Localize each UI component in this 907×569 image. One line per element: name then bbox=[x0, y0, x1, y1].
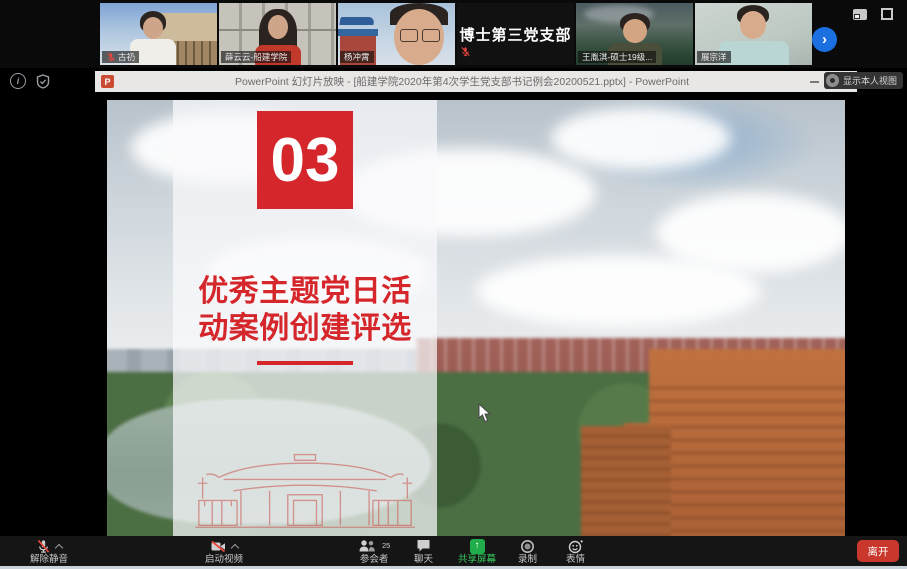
self-view-label: 显示本人视图 bbox=[843, 74, 897, 87]
gallery-view-icon[interactable] bbox=[853, 9, 867, 20]
participant-name: 展宗洋 bbox=[701, 52, 727, 62]
section-number: 03 bbox=[257, 111, 353, 209]
unmute-label: 解除静音 bbox=[30, 554, 68, 566]
meeting-info-icon[interactable]: i bbox=[10, 73, 26, 89]
fullscreen-icon[interactable] bbox=[881, 8, 893, 20]
chat-icon bbox=[416, 539, 431, 553]
mouse-cursor bbox=[478, 403, 492, 423]
camera-off-icon bbox=[210, 539, 227, 553]
video-tile-3[interactable]: 杨冲霄 bbox=[338, 3, 455, 65]
share-screen-button[interactable]: ↑ 共享屏幕 bbox=[458, 538, 496, 566]
video-options-chevron[interactable] bbox=[231, 543, 239, 551]
mic-muted-icon bbox=[36, 539, 51, 554]
participant-name: 薛云云-船建学院 bbox=[225, 52, 287, 62]
participant-name-tag: 王胤淇-硕士19级... bbox=[578, 51, 656, 63]
record-button[interactable]: 录制 bbox=[518, 538, 537, 566]
record-label: 录制 bbox=[518, 554, 537, 566]
share-screen-label: 共享屏幕 bbox=[458, 554, 496, 566]
participant-name: 王胤淇-硕士19级... bbox=[582, 52, 652, 62]
participant-name-tag: 展宗洋 bbox=[697, 51, 731, 63]
chat-label: 聊天 bbox=[414, 554, 433, 566]
slide-title: 优秀主题党日活 动案例创建评选 bbox=[173, 273, 437, 347]
leave-meeting-button[interactable]: 离开 bbox=[857, 540, 899, 562]
participant-name-tag: 杨冲霄 bbox=[340, 51, 374, 63]
muted-mic-icon bbox=[106, 52, 116, 62]
powerpoint-icon: P bbox=[101, 75, 114, 88]
mic-options-chevron[interactable] bbox=[55, 543, 63, 551]
eye-icon bbox=[826, 74, 839, 87]
unmute-button[interactable]: 解除静音 bbox=[30, 538, 68, 566]
glasses-icon bbox=[400, 29, 418, 42]
muted-mic-icon bbox=[460, 44, 471, 62]
participant-name: 杨冲霄 bbox=[344, 52, 370, 62]
participant-name-tag: 古礽 bbox=[102, 51, 139, 63]
next-participants-button[interactable]: › bbox=[812, 27, 837, 52]
minimize-icon bbox=[810, 81, 819, 83]
ppt-window-title: PowerPoint 幻灯片放映 - [船建学院2020年第4次学生党支部书记例… bbox=[114, 74, 810, 89]
participants-label: 参会者 bbox=[360, 554, 389, 566]
title-underline bbox=[257, 361, 353, 365]
gate-line-art bbox=[195, 444, 415, 534]
chat-button[interactable]: 聊天 bbox=[414, 538, 433, 566]
meeting-toolbar: 解除静音 启动视频 25 参会者 聊天 ↑ 共享屏幕 bbox=[0, 536, 907, 566]
participant-name: 古礽 bbox=[118, 52, 135, 62]
ppt-titlebar: P PowerPoint 幻灯片放映 - [船建学院2020年第4次学生党支部书… bbox=[95, 71, 857, 92]
participants-count-badge: 25 bbox=[382, 540, 390, 552]
meeting-window: 古礽 薛云云-船建学院 杨冲霄 博士第三党支部 bbox=[0, 0, 907, 569]
video-tile-6[interactable]: 展宗洋 bbox=[695, 3, 812, 65]
video-tile-2[interactable]: 薛云云-船建学院 bbox=[219, 3, 336, 65]
participant-name-tag: 薛云云-船建学院 bbox=[221, 51, 291, 63]
participants-button[interactable]: 25 参会者 bbox=[358, 538, 390, 566]
participant-strip: 古礽 薛云云-船建学院 杨冲霄 博士第三党支部 bbox=[0, 0, 907, 68]
video-tile-1[interactable]: 古礽 bbox=[100, 3, 217, 65]
video-tile-4-audio-only[interactable]: 博士第三党支部 bbox=[457, 3, 574, 65]
slide-left-panel: 03 优秀主题党日活 动案例创建评选 bbox=[173, 100, 437, 536]
reactions-label: 表情 bbox=[566, 554, 585, 566]
smiley-icon bbox=[568, 539, 584, 554]
participants-icon bbox=[358, 539, 376, 553]
start-video-label: 启动视频 bbox=[205, 554, 243, 566]
record-icon bbox=[520, 539, 535, 554]
audio-tile-name: 博士第三党支部 bbox=[459, 24, 571, 45]
video-tile-5[interactable]: 王胤淇-硕士19级... bbox=[576, 3, 693, 65]
shared-slide: 03 优秀主题党日活 动案例创建评选 bbox=[107, 100, 845, 536]
show-self-view-toggle[interactable]: 显示本人视图 bbox=[824, 72, 903, 89]
reactions-button[interactable]: 表情 bbox=[566, 538, 585, 566]
start-video-button[interactable]: 启动视频 bbox=[205, 538, 243, 566]
security-shield-icon[interactable] bbox=[36, 74, 50, 89]
share-screen-icon: ↑ bbox=[470, 539, 485, 554]
